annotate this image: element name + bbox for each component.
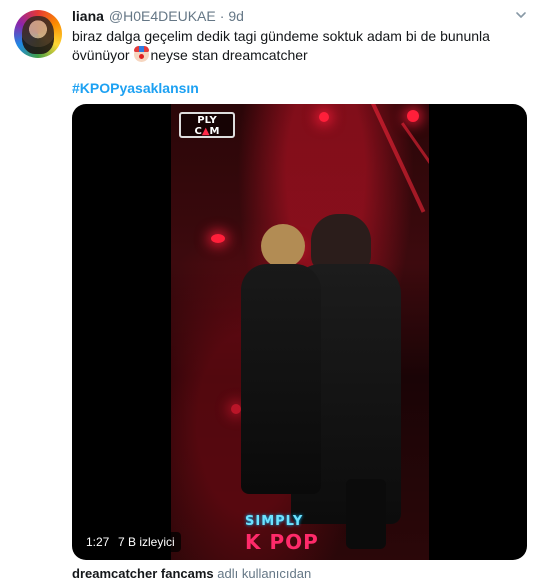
separator-dot: · [219, 8, 225, 24]
plycam-logo: PLY C▲M [179, 112, 235, 138]
stage-light [211, 234, 225, 243]
simply-kpop-logo-top: SIMPLY [245, 514, 304, 529]
video-duration-badge: 1:27 [80, 532, 116, 552]
chevron-down-icon[interactable] [514, 8, 528, 22]
stage-light [231, 404, 241, 414]
simply-kpop-logo-bottom: K POP [245, 530, 319, 554]
plycam-logo-top: PLY [197, 115, 217, 126]
light-beam [371, 104, 426, 213]
user-handle[interactable]: @H0E4DEUKAE [109, 8, 216, 24]
performer-figure [346, 479, 386, 549]
performer-figure [261, 224, 305, 268]
display-name[interactable]: liana [72, 8, 104, 24]
tweet-text-part2: neyse stan dreamcatcher [150, 47, 308, 63]
source-account-link[interactable]: dreamcatcher fancams [72, 566, 214, 581]
avatar-photo [22, 16, 54, 54]
tweet-header: liana @H0E4DEUKAE · 9d [72, 6, 244, 26]
video-source: dreamcatcher fancams adlı kullanıcıdan [72, 566, 311, 581]
video-views-badge: 7 B izleyici [112, 532, 181, 552]
avatar[interactable] [14, 10, 62, 58]
video-frame: PLY C▲M SIMPLY K POP [171, 104, 429, 560]
tweet-card[interactable]: liana @H0E4DEUKAE · 9d biraz dalga geçel… [0, 0, 546, 588]
tweet-timestamp[interactable]: 9d [228, 8, 244, 24]
source-suffix: adlı kullanıcıdan [217, 566, 312, 581]
video-player[interactable]: PLY C▲M SIMPLY K POP 1:27 7 B izleyici [72, 104, 527, 560]
plycam-logo-bottom: C▲M [194, 126, 220, 137]
performer-figure [241, 264, 321, 494]
stage-light [407, 110, 419, 122]
clown-face-icon [134, 46, 150, 62]
tweet-text: biraz dalga geçelim dedik tagi gündeme s… [72, 27, 512, 65]
stage-light [319, 112, 329, 122]
hashtag-link[interactable]: #KPOPyasaklansın [72, 80, 199, 96]
light-beam [401, 122, 429, 198]
